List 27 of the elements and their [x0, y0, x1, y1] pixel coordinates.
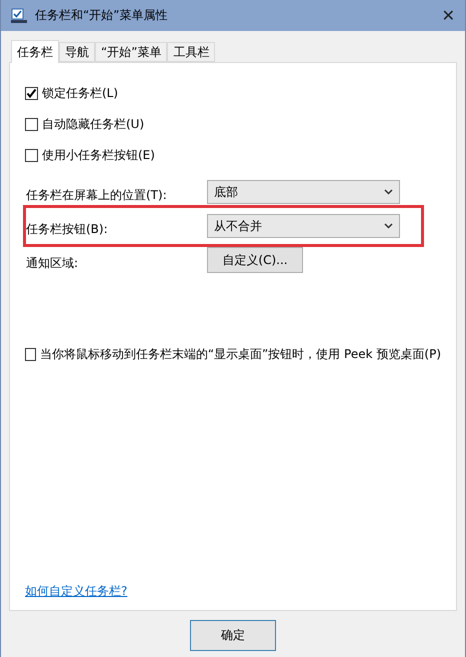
- taskbar-icon: [11, 8, 27, 24]
- checkbox[interactable]: [25, 118, 38, 131]
- chevron-down-icon: [384, 189, 393, 195]
- dropdown-value: 从不合并: [214, 218, 262, 234]
- setting-label: 任务栏在屏幕上的位置(T):: [26, 186, 168, 204]
- checkbox[interactable]: [25, 87, 38, 100]
- tab[interactable]: 工具栏: [167, 42, 216, 62]
- dropdown-value: 底部: [214, 184, 238, 200]
- checkbox-label: 当你将鼠标移动到任务栏末端的“显示桌面”按钮时，使用 Peek 预览桌面(P): [40, 346, 441, 363]
- close-button[interactable]: ✕: [442, 6, 455, 25]
- chevron-down-icon: [384, 223, 393, 229]
- customize-button[interactable]: 自定义(C)...: [207, 247, 303, 273]
- checkbox[interactable]: [25, 348, 36, 361]
- checkbox-label: 使用小任务栏按钮(E): [42, 147, 155, 164]
- checkbox-label: 锁定任务栏(L): [42, 85, 118, 102]
- checkbox[interactable]: [25, 149, 38, 162]
- tab[interactable]: 任务栏: [11, 40, 59, 63]
- tab[interactable]: 导航: [59, 42, 95, 62]
- help-link[interactable]: 如何自定义任务栏?: [25, 584, 128, 598]
- setting-label: 任务栏按钮(B):: [26, 220, 109, 238]
- dropdown[interactable]: 底部: [207, 180, 400, 204]
- dropdown[interactable]: 从不合并: [207, 214, 400, 238]
- setting-label: 通知区域:: [26, 254, 80, 272]
- window-title: 任务栏和“开始”菜单属性: [35, 7, 168, 24]
- checkbox-label: 自动隐藏任务栏(U): [42, 116, 144, 133]
- tab[interactable]: “开始”菜单: [95, 42, 168, 62]
- ok-button[interactable]: 确定: [190, 620, 276, 651]
